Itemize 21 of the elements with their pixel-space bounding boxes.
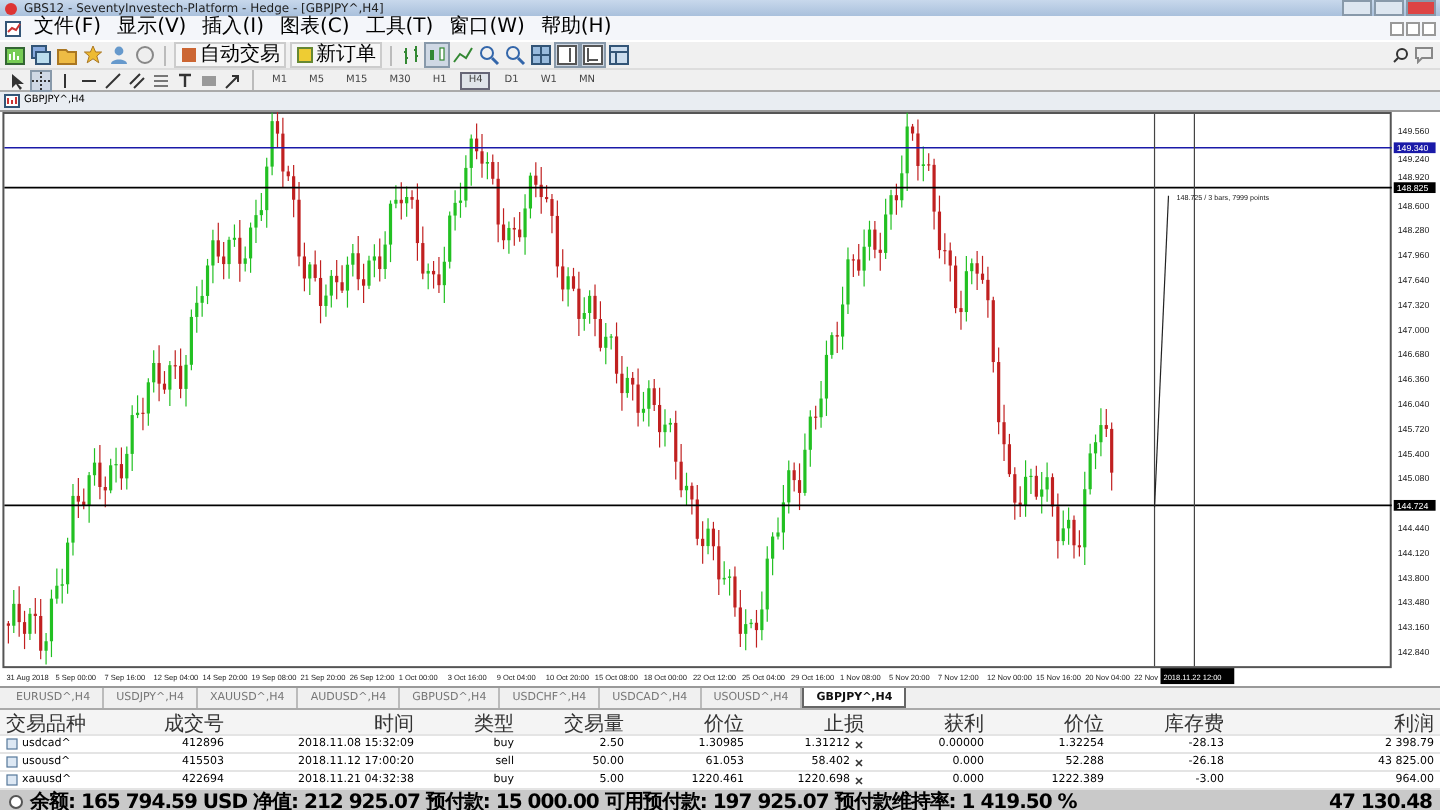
menu-item[interactable]: 图表(C) <box>275 16 354 40</box>
new-order-button[interactable]: 新订单 <box>290 42 382 68</box>
menu-item[interactable]: 文件(F) <box>30 16 106 40</box>
column-header[interactable]: 止损 <box>750 710 870 738</box>
column-header[interactable]: 类型 <box>420 710 520 738</box>
menu-item[interactable]: 显示(V) <box>113 16 191 40</box>
column-header[interactable]: 获利 <box>870 710 990 738</box>
auto-trading-button[interactable]: 自动交易 <box>174 42 286 68</box>
menu-item[interactable]: 工具(T) <box>361 16 438 40</box>
column-header[interactable]: 价位 <box>630 710 750 738</box>
column-header[interactable]: 成交号 <box>120 710 230 738</box>
column-header[interactable]: 交易品种 <box>0 710 120 738</box>
column-header[interactable]: 时间 <box>230 710 420 738</box>
menu-item[interactable]: 插入(I) <box>198 16 268 40</box>
column-header[interactable]: 库存费 <box>1110 710 1230 738</box>
total-profit: 47 130.48 <box>1329 791 1432 810</box>
column-header[interactable]: 价位 <box>990 710 1110 738</box>
menu-item[interactable]: 帮助(H) <box>536 16 616 40</box>
menu-item[interactable]: 窗口(W) <box>445 16 529 40</box>
column-header[interactable]: 交易量 <box>520 710 630 738</box>
column-header[interactable]: 利润 <box>1230 710 1440 738</box>
